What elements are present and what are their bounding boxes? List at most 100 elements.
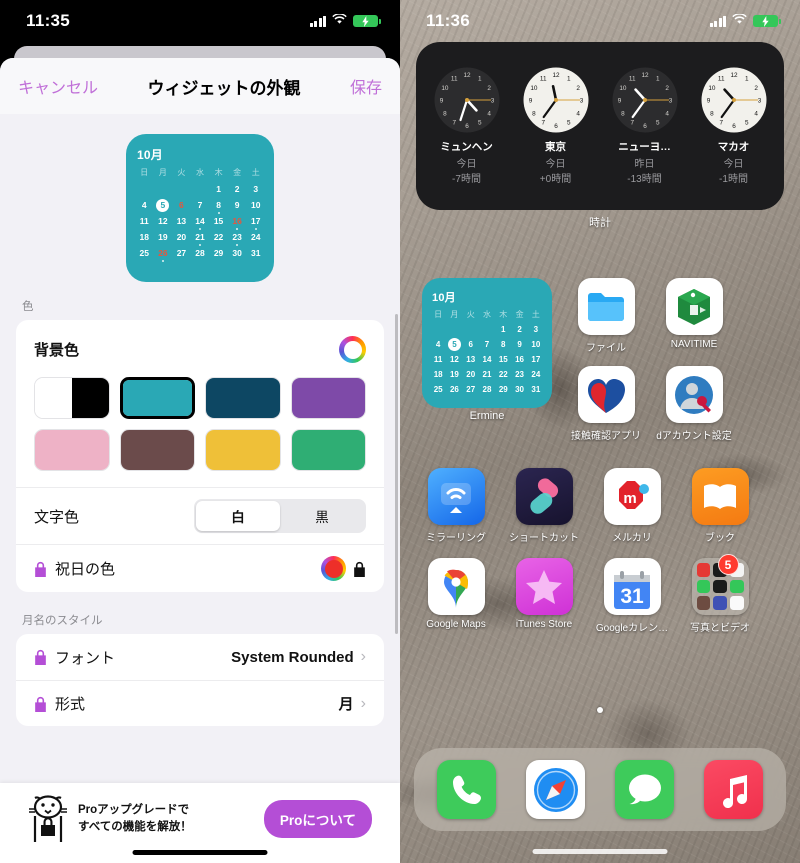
right-phone-home-screen: 11:36 1 2 3 4 5 6 7 8 9 10 11 12 ミュンヘン 今日 -7時間 1 2 3 4 5 6 7 8… <box>400 0 800 863</box>
page-dot[interactable] <box>597 707 603 713</box>
shortcuts-icon[interactable] <box>515 468 573 525</box>
app-icon-files[interactable]: ファイル <box>562 278 650 354</box>
svg-text:8: 8 <box>532 110 536 117</box>
cellular-bars-icon <box>709 15 726 27</box>
text-color-option-白[interactable]: 白 <box>196 501 280 531</box>
swatch-fill <box>206 430 280 470</box>
navitime-icon[interactable] <box>665 278 723 335</box>
app-icon-itunes-store[interactable]: iTunes Store <box>500 558 588 634</box>
svg-text:1: 1 <box>478 76 482 83</box>
mirroring-icon[interactable] <box>427 468 485 525</box>
app-icon-mirroring[interactable]: ミラーリング <box>412 468 500 544</box>
empty-cell <box>191 182 210 197</box>
calendar-day: 20 <box>176 232 187 242</box>
calendar-day: 26 <box>154 246 173 261</box>
app-label: Google Maps <box>426 619 486 630</box>
calendar-day: 31 <box>250 248 261 258</box>
calendar-day: 11 <box>139 216 149 226</box>
app-icon-google-maps[interactable]: Google Maps <box>412 558 500 634</box>
cocoa-contact-icon[interactable] <box>577 366 635 423</box>
style-row[interactable]: フォント System Rounded › <box>16 634 384 680</box>
app-icon-mercari[interactable]: m メルカリ <box>588 468 676 544</box>
app-icon-cocoa-contact[interactable]: 接触確認アプリ <box>562 366 650 442</box>
mercari-icon[interactable]: m <box>603 468 661 525</box>
settings-scroll-area[interactable]: 10月 日月火水木金土 1 2 3 4 5 6 7 8 9 10 11 12 13 14 15 16 17 18 19… <box>0 114 400 863</box>
svg-text:11: 11 <box>539 76 546 83</box>
app-icon-books[interactable]: ブック <box>676 468 764 544</box>
text-color-segmented-control[interactable]: 白黒 <box>194 499 366 533</box>
style-section-label: 月名のスタイル <box>22 615 103 627</box>
color-swatch-gold[interactable] <box>205 429 281 471</box>
color-wheel-icon[interactable] <box>339 336 366 363</box>
app-icon-google-calendar[interactable]: 31 Googleカレン… <box>588 558 676 634</box>
app-row: ファイル NAVITIME <box>562 278 800 354</box>
color-swatch-brown[interactable] <box>119 429 195 471</box>
calendar-day: 15 <box>213 216 224 226</box>
cancel-button[interactable]: キャンセル <box>18 74 98 98</box>
color-swatch-pink[interactable] <box>34 429 110 471</box>
app-icon-wrapper <box>577 366 635 423</box>
settings-sheet: キャンセル ウィジェットの外観 保存 10月 日月火水木金土1234567891… <box>0 58 400 863</box>
holiday-color-label: 祝日の色 <box>55 561 116 578</box>
svg-text:3: 3 <box>757 98 761 105</box>
color-swatch-navy[interactable] <box>205 377 281 419</box>
app-label: NAVITIME <box>670 339 718 350</box>
color-card: 背景色 文字色 白黒 祝日の色 <box>16 320 384 592</box>
files-icon[interactable] <box>577 278 635 335</box>
pro-about-button[interactable]: Proについて <box>263 800 372 838</box>
calendar-day: 1 <box>216 184 221 194</box>
page-indicator[interactable] <box>400 700 800 718</box>
holiday-color-swatch[interactable] <box>321 556 346 581</box>
clock-city-label: マカオ <box>717 141 750 153</box>
app-icon-wrapper <box>665 278 723 335</box>
style-row-label: 形式 <box>55 696 86 713</box>
svg-text:m: m <box>623 490 636 507</box>
svg-text:6: 6 <box>465 123 469 130</box>
svg-text:1: 1 <box>745 76 749 83</box>
holiday-color-row[interactable]: 祝日の色 <box>16 544 384 592</box>
svg-text:7: 7 <box>541 120 545 127</box>
books-icon[interactable] <box>691 468 749 525</box>
google-calendar-icon[interactable]: 31 <box>603 558 661 615</box>
clock-day-label: 今日 <box>723 159 744 170</box>
music-icon[interactable] <box>704 760 763 819</box>
empty-cell <box>172 182 191 197</box>
app-icon-navitime[interactable]: NAVITIME <box>650 278 738 354</box>
calendar-day: 29 <box>213 248 224 258</box>
world-clock-item: 1 2 3 4 5 6 7 8 9 10 11 12 ミュンヘン 今日 -7時間 <box>424 67 510 185</box>
left-phone-widget-settings: 11:35 キャンセル ウィジェットの外観 保存 10月 日 月 火 水 木 金… <box>0 0 400 863</box>
text-color-option-黒[interactable]: 黒 <box>280 501 364 531</box>
svg-text:6: 6 <box>554 123 558 130</box>
messages-icon[interactable] <box>615 760 674 819</box>
app-icon-wrapper <box>665 366 723 423</box>
d-account-icon[interactable] <box>665 366 723 423</box>
background-swatch-grid[interactable] <box>16 367 384 487</box>
calendar-day: 13 <box>176 216 187 226</box>
style-row[interactable]: 形式 月 › <box>16 680 384 726</box>
page-title: ウィジェットの外観 <box>147 78 301 98</box>
app-icon-d-account[interactable]: dアカウント設定 <box>650 366 738 442</box>
app-label: メルカリ <box>612 533 652 544</box>
app-icon-wrapper <box>515 468 573 525</box>
save-button[interactable]: 保存 <box>350 74 382 98</box>
swatch-fill <box>206 378 280 418</box>
app-row: ミラーリング ショートカット m メルカリ ブック <box>412 468 800 544</box>
google-maps-icon[interactable] <box>427 558 485 615</box>
svg-text:6: 6 <box>732 123 736 130</box>
color-swatch-green[interactable] <box>290 429 366 471</box>
itunes-store-icon[interactable] <box>515 558 573 615</box>
color-swatch-teal[interactable] <box>119 377 195 419</box>
safari-icon[interactable] <box>526 760 585 819</box>
folder-mini-icon <box>696 563 711 577</box>
phone-icon[interactable] <box>437 760 496 819</box>
color-swatch-purple[interactable] <box>290 377 366 419</box>
app-icon-wrapper: m <box>603 468 661 525</box>
world-clock-widget[interactable]: 1 2 3 4 5 6 7 8 9 10 11 12 ミュンヘン 今日 -7時間 1 2 3 4 5 6 7 8 9 10 11 1… <box>416 42 784 210</box>
app-icon-shortcuts[interactable]: ショートカット <box>500 468 588 544</box>
color-swatch-white-black[interactable] <box>34 377 110 419</box>
swatch-fill <box>71 378 109 418</box>
scrollbar[interactable] <box>395 314 398 634</box>
app-icon-folder[interactable]: 5 写真とビデオ <box>676 554 764 634</box>
calendar-day: 21 <box>191 230 210 245</box>
svg-text:2: 2 <box>576 85 580 92</box>
